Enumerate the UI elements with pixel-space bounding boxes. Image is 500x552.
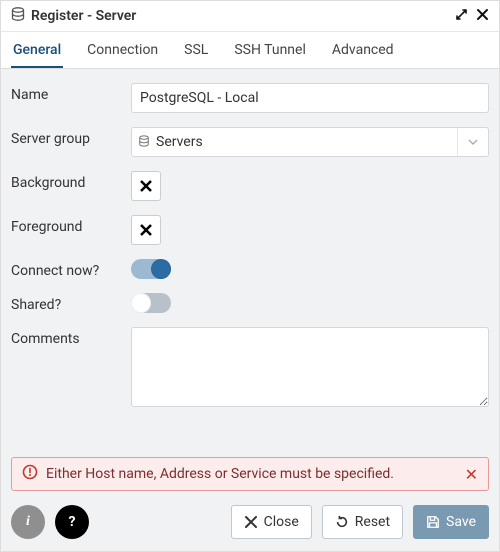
foreground-label: Foreground [11,215,131,235]
close-icon[interactable] [476,8,489,25]
info-button[interactable]: i [11,505,45,539]
register-server-dialog: Register - Server General Connection SSL… [0,0,500,552]
shared-toggle[interactable] [131,293,171,313]
reset-icon [335,515,349,529]
foreground-color-clear[interactable] [131,215,161,245]
error-banner: Either Host name, Address or Service mus… [11,457,489,491]
server-group-icon [138,135,150,150]
close-x-icon [244,515,258,529]
form-body: Name Server group Servers Backg [1,69,499,449]
save-icon [426,515,440,529]
error-icon [22,464,38,484]
name-label: Name [11,83,131,103]
shared-label: Shared? [11,293,131,313]
reset-button[interactable]: Reset [322,505,403,539]
error-dismiss-icon[interactable]: ✕ [465,465,478,484]
title-bar: Register - Server [1,1,499,32]
close-button[interactable]: Close [231,505,312,539]
save-button[interactable]: Save [413,505,489,539]
server-group-value: Servers [156,134,203,150]
comments-input[interactable] [131,327,489,407]
maximize-icon[interactable] [455,8,468,25]
chevron-down-icon [457,128,478,156]
tab-bar: General Connection SSL SSH Tunnel Advanc… [1,32,499,69]
tab-ssl[interactable]: SSL [182,32,210,68]
connect-now-label: Connect now? [11,259,131,279]
close-button-label: Close [264,514,299,530]
server-group-select[interactable]: Servers [131,127,489,157]
name-input[interactable] [131,83,489,113]
tab-advanced[interactable]: Advanced [330,32,396,68]
button-row: i ? Close Reset Save [11,505,489,539]
help-button[interactable]: ? [55,505,89,539]
server-group-label: Server group [11,127,131,147]
background-color-clear[interactable] [131,171,161,201]
server-icon [11,7,25,25]
tab-connection[interactable]: Connection [85,32,160,68]
dialog-footer: Either Host name, Address or Service mus… [1,449,499,551]
background-label: Background [11,171,131,191]
comments-label: Comments [11,327,131,347]
tab-ssh-tunnel[interactable]: SSH Tunnel [232,32,308,68]
reset-button-label: Reset [355,514,390,530]
window-title: Register - Server [31,8,447,24]
connect-now-toggle[interactable] [131,259,171,279]
error-message: Either Host name, Address or Service mus… [46,466,394,482]
save-button-label: Save [446,514,476,530]
tab-general[interactable]: General [11,32,63,68]
